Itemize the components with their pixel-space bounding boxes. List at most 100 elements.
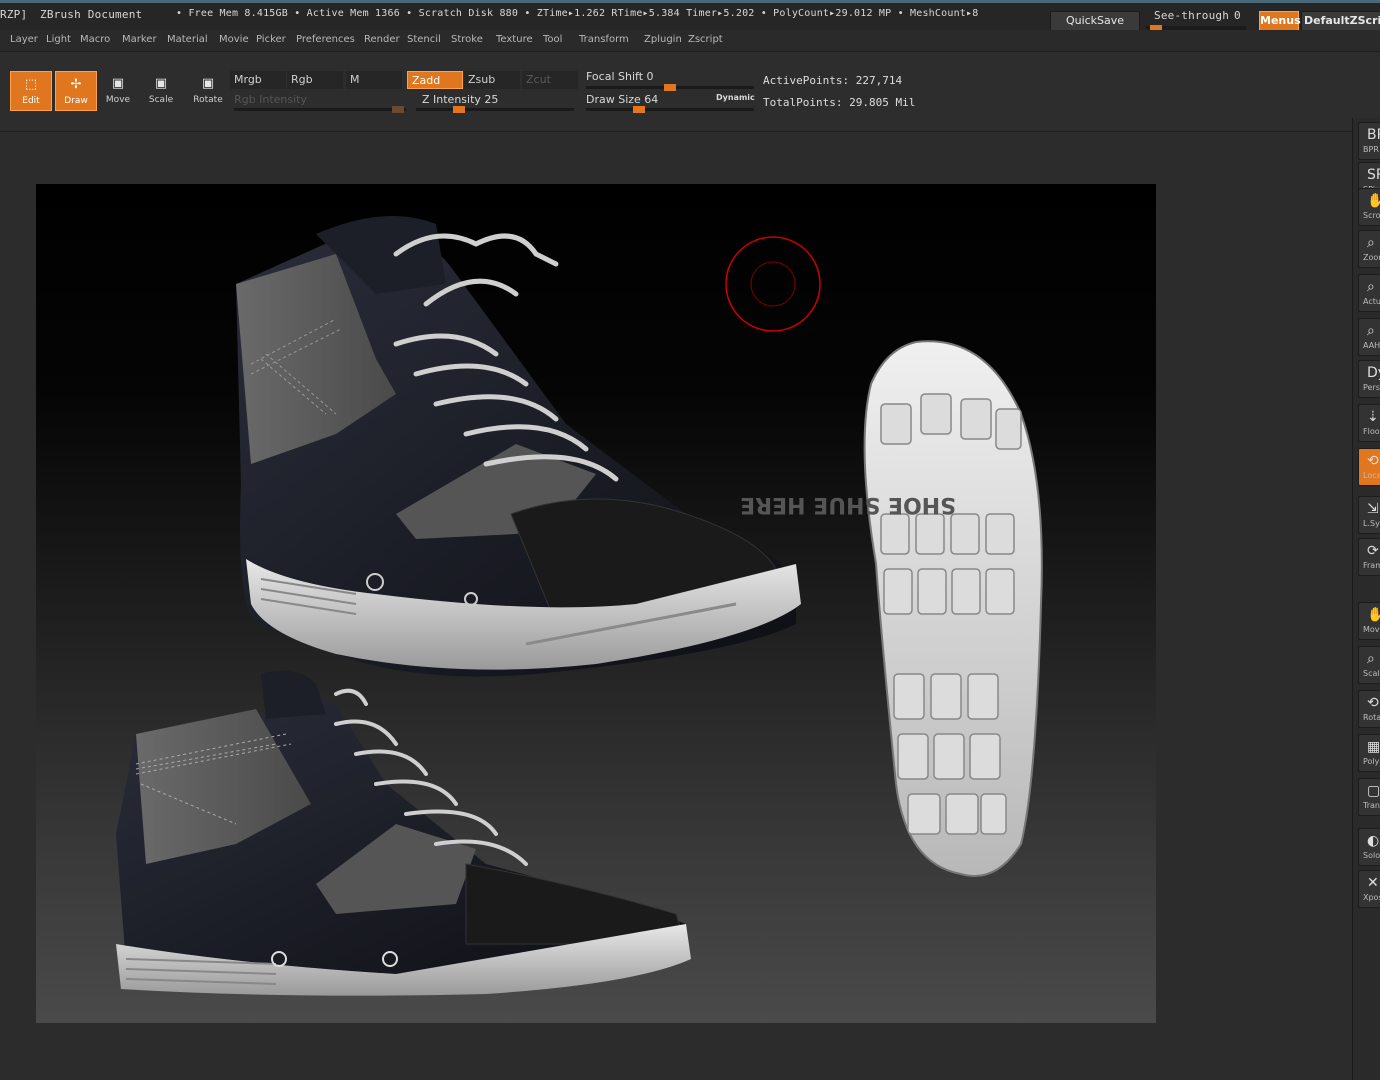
- shelf-persp-button[interactable]: Dynamic Persp: [1358, 360, 1380, 398]
- shelf-aahalf-button[interactable]: ⌕ AAHalf: [1358, 318, 1380, 356]
- shelf-label: BPR: [1363, 145, 1379, 154]
- rotate-button[interactable]: ▣ Rotate: [187, 71, 229, 111]
- menu-preferences[interactable]: Preferences: [296, 34, 355, 45]
- zsub-button[interactable]: Zsub: [464, 71, 520, 89]
- focal-shift-slider[interactable]: [586, 84, 754, 91]
- menu-stroke[interactable]: Stroke: [451, 34, 483, 45]
- shelf-solo-icon: ◐: [1367, 833, 1380, 849]
- shelf-actual-button[interactable]: ⌕ Actual: [1358, 274, 1380, 312]
- shelf-floor-icon: ⇣: [1367, 409, 1379, 425]
- menu-movie[interactable]: Movie: [219, 34, 249, 45]
- menu-material[interactable]: Material: [167, 34, 208, 45]
- menu-marker[interactable]: Marker: [122, 34, 157, 45]
- shelf-frame-button[interactable]: ⟳ Frame: [1358, 538, 1380, 576]
- focal-shift-label: Focal Shift 0: [586, 70, 654, 83]
- edit-button[interactable]: ⬚ Edit: [10, 71, 52, 111]
- draw-button[interactable]: ✢ Draw: [55, 71, 97, 111]
- seethrough-value: 0: [1234, 9, 1241, 22]
- shelf-xpose-button[interactable]: ✕ Xpose: [1358, 870, 1380, 908]
- shelf-label: AAHalf: [1363, 341, 1380, 350]
- shelf-bpr-icon: BP: [1367, 127, 1380, 143]
- shelf-zoom-icon: ⌕: [1367, 235, 1375, 251]
- shelf-move-button[interactable]: ✋ Move: [1358, 602, 1380, 640]
- shelf-transp-button[interactable]: ▢ Transp: [1358, 778, 1380, 816]
- shelf-transp-icon: ▢: [1367, 783, 1380, 799]
- document-canvas[interactable]: SHOE SHUE HERE: [36, 184, 1156, 1023]
- shelf-label: Scroll: [1363, 211, 1380, 220]
- shelf-persp-icon: Dynamic: [1367, 365, 1380, 381]
- rgb-intensity-slider[interactable]: [234, 106, 406, 113]
- mrgb-button[interactable]: Mrgb: [230, 71, 286, 89]
- shelf-lsym-button[interactable]: ⇲ L.Sym: [1358, 496, 1380, 534]
- shelf-solo-button[interactable]: ◐ Solo: [1358, 828, 1380, 866]
- shelf-floor-button[interactable]: ⇣ Floor: [1358, 404, 1380, 442]
- shelf-label: Persp: [1363, 383, 1380, 392]
- shelf-label: Local: [1363, 471, 1380, 480]
- scale-label: Scale: [148, 95, 174, 105]
- shelf-polyf-button[interactable]: ▦ PolyF: [1358, 734, 1380, 772]
- shelf-scale-icon: ⌕: [1367, 651, 1375, 667]
- m-button[interactable]: M: [346, 71, 402, 89]
- shelf-label: Scale: [1363, 669, 1380, 678]
- focal-shift-knob[interactable]: [664, 84, 676, 91]
- shelf-label: PolyF: [1363, 757, 1380, 766]
- shelf-scale-button[interactable]: ⌕ Scale: [1358, 646, 1380, 684]
- menu-bar: Layer Light Macro Marker Material Movie Picker…: [0, 30, 1380, 52]
- zadd-button[interactable]: Zadd: [407, 71, 463, 89]
- menu-zplugin[interactable]: Zplugin: [644, 34, 682, 45]
- menu-zscript[interactable]: Zscript: [688, 34, 723, 45]
- dynamic-toggle[interactable]: Dynamic: [716, 93, 755, 102]
- shelf-move-icon: ✋: [1367, 607, 1380, 623]
- shelf-label: Rotate: [1363, 713, 1380, 722]
- move-button[interactable]: ▣ Move: [97, 71, 139, 111]
- shelf-label: L.Sym: [1363, 519, 1380, 528]
- rgb-intensity-knob[interactable]: [392, 106, 404, 113]
- default-zscript-button[interactable]: DefaultZScript: [1301, 11, 1380, 31]
- menu-texture[interactable]: Texture: [496, 34, 533, 45]
- shelf-local-button[interactable]: ⟲ Local: [1358, 448, 1380, 486]
- menu-transform[interactable]: Transform: [579, 34, 629, 45]
- shelf-zoom-button[interactable]: ⌕ Zoom: [1358, 230, 1380, 268]
- boot-model-bottom: [116, 670, 691, 996]
- menu-render[interactable]: Render: [364, 34, 400, 45]
- move-label: Move: [105, 95, 131, 105]
- shelf-polyf-icon: ▦: [1367, 739, 1380, 755]
- total-points: TotalPoints: 29.805 Mil: [763, 96, 916, 109]
- scale-button[interactable]: ▣ Scale: [140, 71, 182, 111]
- memory-stats: • Free Mem 8.415GB • Active Mem 1366 • S…: [176, 8, 979, 19]
- draw-size-slider[interactable]: [586, 106, 754, 113]
- shelf-scroll-icon: ✋: [1367, 193, 1380, 209]
- shelf-label: Floor: [1363, 427, 1380, 436]
- shelf-local-icon: ⟲: [1367, 453, 1379, 469]
- menus-button[interactable]: Menus: [1259, 11, 1301, 31]
- menu-picker[interactable]: Picker: [256, 34, 286, 45]
- quicksave-button[interactable]: QuickSave: [1050, 11, 1140, 31]
- move-icon: ▣: [111, 76, 125, 91]
- shelf-aahalf-icon: ⌕: [1367, 323, 1375, 339]
- right-shelf: BPBPRSPixSPix✋Scroll⌕Zoom⌕Actual⌕AAHalfD…: [1352, 118, 1380, 1080]
- viewport-render: SHOE SHUE HERE: [116, 216, 1043, 996]
- sole-embossed-text: SHOE SHUE HERE: [740, 492, 956, 517]
- menu-tool[interactable]: Tool: [543, 34, 562, 45]
- shelf-bpr-button[interactable]: BP BPR: [1358, 122, 1380, 160]
- shelf-scroll-button[interactable]: ✋ Scroll: [1358, 188, 1380, 226]
- shelf-actual-icon: ⌕: [1367, 279, 1375, 295]
- rotate-label: Rotate: [193, 95, 223, 105]
- menu-light[interactable]: Light: [46, 34, 71, 45]
- doc-prefix: RZP]: [0, 8, 28, 21]
- menu-layer[interactable]: Layer: [10, 34, 38, 45]
- z-intensity-knob[interactable]: [453, 106, 465, 113]
- draw-label: Draw: [64, 96, 88, 106]
- shelf-rotate-icon: ⟲: [1367, 695, 1379, 711]
- shelf-rotate-button[interactable]: ⟲ Rotate: [1358, 690, 1380, 728]
- z-intensity-slider[interactable]: [416, 106, 574, 113]
- draw-size-knob[interactable]: [633, 106, 645, 113]
- boot-model-top: [236, 216, 801, 677]
- zcut-button[interactable]: Zcut: [522, 71, 578, 89]
- menu-macro[interactable]: Macro: [80, 34, 110, 45]
- draw-icon: ✢: [70, 77, 82, 92]
- rgb-button[interactable]: Rgb: [287, 71, 343, 89]
- shelf-label: Xpose: [1363, 893, 1380, 902]
- menu-stencil[interactable]: Stencil: [407, 34, 441, 45]
- shelf-spix-icon: SPix: [1367, 167, 1380, 183]
